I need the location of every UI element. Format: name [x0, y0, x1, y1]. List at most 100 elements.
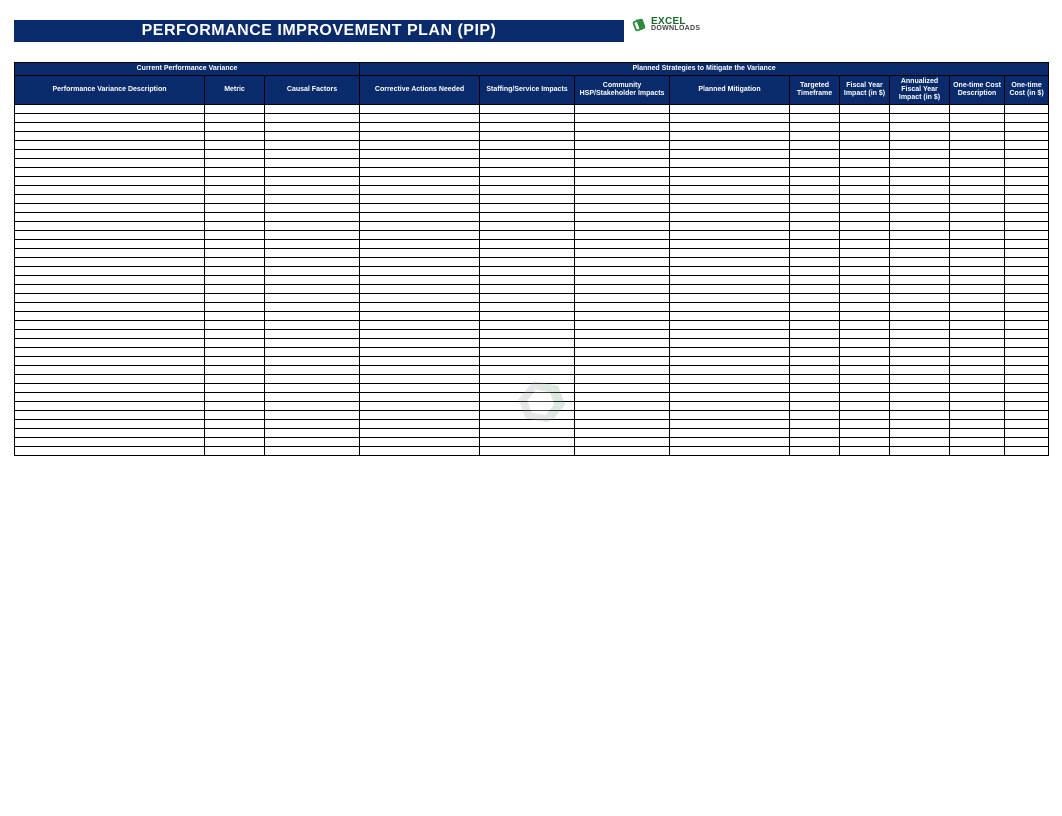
table-cell[interactable]: [950, 366, 1005, 375]
table-cell[interactable]: [840, 177, 890, 186]
table-cell[interactable]: [480, 402, 575, 411]
table-cell[interactable]: [480, 312, 575, 321]
table-cell[interactable]: [15, 267, 205, 276]
table-cell[interactable]: [890, 411, 950, 420]
table-cell[interactable]: [575, 447, 670, 456]
table-cell[interactable]: [575, 375, 670, 384]
table-cell[interactable]: [575, 411, 670, 420]
table-cell[interactable]: [205, 330, 265, 339]
table-cell[interactable]: [1005, 159, 1049, 168]
table-cell[interactable]: [480, 339, 575, 348]
table-cell[interactable]: [360, 186, 480, 195]
table-cell[interactable]: [670, 141, 790, 150]
table-cell[interactable]: [15, 159, 205, 168]
table-cell[interactable]: [890, 393, 950, 402]
table-cell[interactable]: [890, 105, 950, 114]
table-cell[interactable]: [15, 321, 205, 330]
table-cell[interactable]: [950, 159, 1005, 168]
table-cell[interactable]: [575, 186, 670, 195]
table-cell[interactable]: [890, 375, 950, 384]
table-cell[interactable]: [360, 429, 480, 438]
table-cell[interactable]: [950, 195, 1005, 204]
table-cell[interactable]: [265, 303, 360, 312]
table-cell[interactable]: [840, 294, 890, 303]
table-cell[interactable]: [1005, 231, 1049, 240]
table-cell[interactable]: [790, 357, 840, 366]
table-cell[interactable]: [360, 384, 480, 393]
table-cell[interactable]: [840, 204, 890, 213]
table-cell[interactable]: [790, 384, 840, 393]
table-cell[interactable]: [950, 303, 1005, 312]
table-cell[interactable]: [205, 357, 265, 366]
table-cell[interactable]: [790, 186, 840, 195]
table-cell[interactable]: [205, 168, 265, 177]
table-cell[interactable]: [950, 276, 1005, 285]
table-cell[interactable]: [670, 429, 790, 438]
table-cell[interactable]: [670, 339, 790, 348]
table-cell[interactable]: [265, 105, 360, 114]
table-cell[interactable]: [1005, 429, 1049, 438]
table-cell[interactable]: [575, 132, 670, 141]
table-cell[interactable]: [890, 222, 950, 231]
table-cell[interactable]: [575, 303, 670, 312]
table-cell[interactable]: [1005, 447, 1049, 456]
table-cell[interactable]: [670, 411, 790, 420]
table-cell[interactable]: [840, 429, 890, 438]
table-cell[interactable]: [575, 339, 670, 348]
table-cell[interactable]: [790, 249, 840, 258]
table-cell[interactable]: [205, 195, 265, 204]
table-cell[interactable]: [15, 213, 205, 222]
table-cell[interactable]: [1005, 123, 1049, 132]
table-cell[interactable]: [15, 186, 205, 195]
table-cell[interactable]: [575, 150, 670, 159]
table-cell[interactable]: [890, 312, 950, 321]
table-cell[interactable]: [890, 339, 950, 348]
table-cell[interactable]: [790, 375, 840, 384]
table-cell[interactable]: [890, 258, 950, 267]
table-cell[interactable]: [790, 132, 840, 141]
table-cell[interactable]: [205, 222, 265, 231]
table-cell[interactable]: [265, 384, 360, 393]
table-cell[interactable]: [265, 249, 360, 258]
table-cell[interactable]: [790, 231, 840, 240]
table-cell[interactable]: [1005, 249, 1049, 258]
table-cell[interactable]: [890, 276, 950, 285]
table-cell[interactable]: [265, 330, 360, 339]
table-cell[interactable]: [950, 222, 1005, 231]
table-cell[interactable]: [205, 267, 265, 276]
table-cell[interactable]: [360, 204, 480, 213]
table-cell[interactable]: [265, 294, 360, 303]
table-cell[interactable]: [950, 402, 1005, 411]
table-cell[interactable]: [480, 276, 575, 285]
table-cell[interactable]: [265, 222, 360, 231]
table-cell[interactable]: [840, 150, 890, 159]
table-cell[interactable]: [950, 258, 1005, 267]
table-cell[interactable]: [950, 420, 1005, 429]
table-cell[interactable]: [575, 384, 670, 393]
table-cell[interactable]: [840, 339, 890, 348]
table-cell[interactable]: [575, 366, 670, 375]
table-cell[interactable]: [1005, 177, 1049, 186]
table-cell[interactable]: [360, 168, 480, 177]
table-cell[interactable]: [480, 438, 575, 447]
table-cell[interactable]: [840, 240, 890, 249]
table-cell[interactable]: [205, 321, 265, 330]
table-cell[interactable]: [840, 159, 890, 168]
table-cell[interactable]: [575, 240, 670, 249]
table-cell[interactable]: [265, 177, 360, 186]
table-cell[interactable]: [950, 357, 1005, 366]
table-cell[interactable]: [15, 348, 205, 357]
table-cell[interactable]: [480, 348, 575, 357]
table-cell[interactable]: [205, 231, 265, 240]
table-cell[interactable]: [950, 141, 1005, 150]
table-cell[interactable]: [575, 204, 670, 213]
table-cell[interactable]: [205, 447, 265, 456]
table-cell[interactable]: [480, 240, 575, 249]
table-cell[interactable]: [480, 285, 575, 294]
table-cell[interactable]: [360, 177, 480, 186]
table-cell[interactable]: [360, 114, 480, 123]
table-cell[interactable]: [840, 141, 890, 150]
table-cell[interactable]: [360, 213, 480, 222]
table-cell[interactable]: [840, 195, 890, 204]
table-cell[interactable]: [480, 429, 575, 438]
